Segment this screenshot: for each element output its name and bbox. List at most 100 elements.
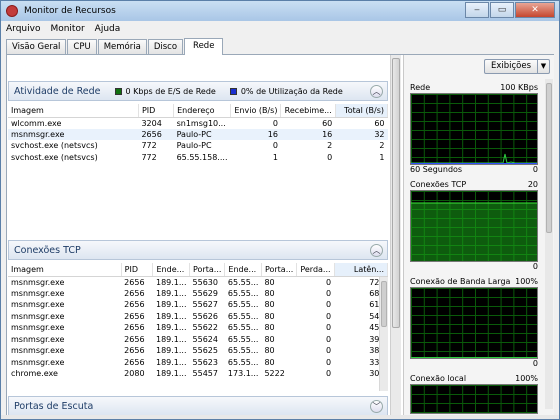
table-row[interactable]: svchost.exe (netsvcs) 772 65.55.158.... 1 0 1 bbox=[8, 152, 388, 164]
title-bar[interactable]: Monitor de Recursos ‒ ▭ ✕ bbox=[1, 1, 559, 21]
tcp-graph-title: Conexões TCP bbox=[410, 180, 467, 189]
cell-local-port: 55629 bbox=[192, 288, 218, 298]
tcp-table-scrollbar[interactable] bbox=[379, 277, 388, 391]
col-endereco[interactable]: Endereço bbox=[173, 104, 232, 118]
cell-packet-loss: 0 bbox=[325, 334, 332, 344]
views-dropdown-icon[interactable]: ▼ bbox=[537, 60, 549, 73]
listening-ports-title: Portas de Escuta bbox=[14, 400, 94, 412]
table-row[interactable]: msnmsgr.exe 2656 189.1... 55627 65.55... 80 0 6… bbox=[8, 299, 388, 311]
tcp-graph-min: 0 bbox=[532, 262, 538, 271]
table-row[interactable]: msnmsgr.exe 2656 189.1... 55626 65.55... 80 0 5… bbox=[8, 311, 388, 323]
col-pid[interactable]: PID bbox=[138, 104, 175, 118]
tcp-col-remote-port[interactable]: Porta... bbox=[261, 263, 298, 277]
cell-pid: 772 bbox=[141, 152, 157, 162]
tcp-col-packet-loss[interactable]: Perda... bbox=[296, 263, 335, 277]
views-button[interactable]: Exibições ▼ bbox=[484, 59, 550, 74]
tab-disco[interactable]: Disco bbox=[147, 39, 184, 54]
col-total[interactable]: Total (B/s) bbox=[335, 104, 388, 118]
tab-rede[interactable]: Rede bbox=[184, 38, 224, 55]
cell-local-address: 189.1... bbox=[155, 311, 187, 321]
tab-cpu[interactable]: CPU bbox=[67, 39, 97, 54]
cell-remote-address: 65.55... bbox=[227, 346, 259, 356]
col-imagem[interactable]: Imagem bbox=[8, 104, 139, 118]
cell-remote-port: 80 bbox=[264, 323, 275, 333]
minimize-button[interactable]: ‒ bbox=[465, 2, 489, 18]
tcp-graph-max: 20 bbox=[527, 180, 538, 189]
table-row[interactable]: svchost.exe (netsvcs) 772 Paulo-PC 0 2 2 bbox=[8, 140, 388, 152]
col-envio[interactable]: Envio (B/s) bbox=[230, 104, 282, 118]
cell-receive: 2 bbox=[327, 141, 333, 151]
cell-send: 0 bbox=[272, 118, 278, 128]
cell-address: 65.55.158.... bbox=[176, 152, 228, 162]
collapse-network-activity-icon[interactable]: ︿ bbox=[370, 85, 383, 98]
network-activity-table: Imagem PID Endereço Envio (B/s) Recebime… bbox=[8, 104, 388, 163]
tcp-connections-header[interactable]: Conexões TCP ︿ bbox=[8, 240, 388, 260]
details-pane-scrollbar-thumb[interactable] bbox=[392, 58, 400, 328]
maximize-button[interactable]: ▭ bbox=[490, 2, 514, 18]
table-row[interactable]: msnmsgr.exe 2656 189.1... 55630 65.55... 80 0 7… bbox=[8, 276, 388, 288]
tcp-col-local-port[interactable]: Porta... bbox=[189, 263, 226, 277]
tcp-table-scrollbar-thumb[interactable] bbox=[381, 281, 387, 327]
table-row[interactable]: msnmsgr.exe 2656 Paulo-PC 16 16 32 bbox=[8, 128, 388, 140]
tcp-col-latency[interactable]: Latên... bbox=[334, 263, 388, 277]
tab-memoria[interactable]: Memória bbox=[97, 39, 147, 54]
cell-remote-port: 80 bbox=[264, 357, 275, 367]
cell-packet-loss: 0 bbox=[325, 311, 332, 321]
cell-image: msnmsgr.exe bbox=[11, 311, 65, 321]
menu-monitor[interactable]: Monitor bbox=[45, 22, 89, 36]
tcp-col-remote-address[interactable]: Ende... bbox=[224, 263, 262, 277]
cell-local-address: 189.1... bbox=[155, 300, 187, 310]
cell-remote-port: 80 bbox=[264, 277, 275, 287]
cell-image: msnmsgr.exe bbox=[11, 288, 65, 298]
graphs-pane-scrollbar-thumb[interactable] bbox=[546, 83, 552, 233]
table-row[interactable]: msnmsgr.exe 2656 189.1... 55624 65.55... 80 0 3… bbox=[8, 334, 388, 346]
network-activity-header[interactable]: Atividade de Rede 0 Kbps de E/S de Rede … bbox=[8, 81, 388, 101]
cell-image: msnmsgr.exe bbox=[11, 346, 65, 356]
broadband-graph-title: Conexão de Banda Larga bbox=[410, 277, 511, 286]
tcp-col-pid[interactable]: PID bbox=[121, 263, 154, 277]
cell-image: msnmsgr.exe bbox=[11, 357, 65, 367]
table-row[interactable]: msnmsgr.exe 2656 189.1... 55623 65.55... 80 0 3… bbox=[8, 357, 388, 369]
listening-ports-header[interactable]: Portas de Escuta ﹀ bbox=[8, 396, 388, 416]
cell-remote-address: 65.55... bbox=[227, 311, 259, 321]
table-row[interactable]: msnmsgr.exe 2656 189.1... 55625 65.55... 80 0 3… bbox=[8, 345, 388, 357]
cell-remote-port: 80 bbox=[264, 346, 275, 356]
cell-local-port: 55623 bbox=[192, 357, 218, 367]
resource-monitor-icon bbox=[6, 5, 18, 17]
cell-local-address: 189.1... bbox=[155, 323, 187, 333]
table-row[interactable]: msnmsgr.exe 2656 189.1... 55629 65.55... 80 0 6… bbox=[8, 288, 388, 300]
cell-pid: 2656 bbox=[124, 288, 145, 298]
close-button[interactable]: ✕ bbox=[515, 2, 555, 18]
tcp-col-imagem[interactable]: Imagem bbox=[8, 263, 122, 277]
network-io-legend-swatch bbox=[114, 87, 122, 95]
cell-local-address: 189.1... bbox=[155, 288, 187, 298]
broadband-graph-block: Conexão de Banda Larga 100% 0 bbox=[410, 277, 538, 369]
menu-arquivo[interactable]: Arquivo bbox=[1, 22, 45, 36]
local-connection-graph bbox=[410, 384, 538, 414]
col-recebimento[interactable]: Recebime... bbox=[280, 104, 336, 118]
cell-remote-port: 80 bbox=[264, 311, 275, 321]
details-pane-scrollbar[interactable] bbox=[390, 55, 401, 416]
cell-pid: 772 bbox=[141, 141, 157, 151]
table-row[interactable]: msnmsgr.exe 2656 189.1... 55622 65.55... 80 0 4… bbox=[8, 322, 388, 334]
views-button-label: Exibições bbox=[490, 61, 532, 71]
collapse-tcp-icon[interactable]: ︿ bbox=[370, 244, 383, 257]
table-row[interactable]: chrome.exe 2080 189.1... 55457 173.1... 5222 0… bbox=[8, 368, 388, 380]
network-graph-max: 100 KBps bbox=[500, 83, 538, 92]
graphs-pane-scrollbar[interactable] bbox=[545, 79, 553, 409]
expand-listening-ports-icon[interactable]: ﹀ bbox=[370, 400, 383, 413]
table-row[interactable]: wlcomm.exe 3204 sn1msg10... 0 60 60 bbox=[8, 117, 388, 129]
tcp-col-local-address[interactable]: Ende... bbox=[152, 263, 191, 277]
tcp-connections-title: Conexões TCP bbox=[14, 244, 81, 256]
cell-address: Paulo-PC bbox=[176, 141, 212, 151]
cell-pid: 3204 bbox=[141, 118, 162, 128]
cell-local-address: 189.1... bbox=[155, 357, 187, 367]
cell-send: 0 bbox=[272, 141, 278, 151]
cell-local-port: 55457 bbox=[192, 369, 218, 379]
cell-image: svchost.exe (netsvcs) bbox=[11, 152, 98, 162]
broadband-graph bbox=[410, 287, 538, 359]
menu-ajuda[interactable]: Ajuda bbox=[90, 22, 126, 36]
tab-visao-geral[interactable]: Visão Geral bbox=[6, 39, 67, 54]
cell-local-address: 189.1... bbox=[155, 346, 187, 356]
cell-packet-loss: 0 bbox=[325, 346, 332, 356]
